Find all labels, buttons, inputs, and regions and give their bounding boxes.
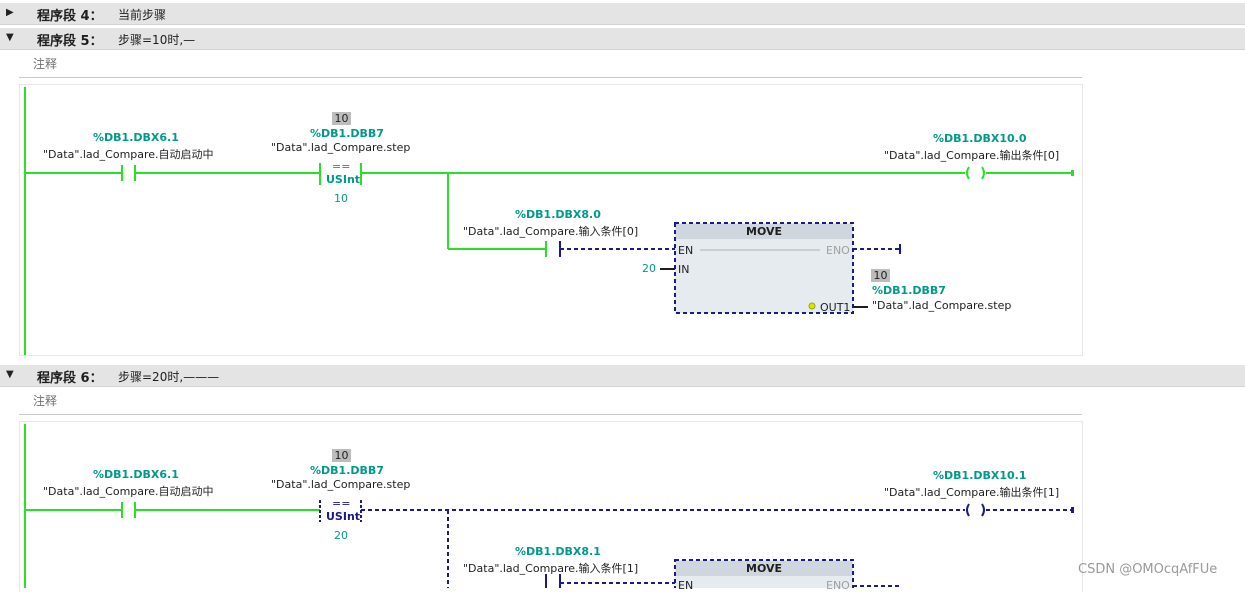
- move-out-label: OUT1: [820, 301, 851, 314]
- contact2-address[interactable]: %DB1.DBX8.0: [515, 208, 601, 221]
- expand-arrow-icon[interactable]: ▶: [6, 7, 18, 19]
- segment-title: 程序段 5：: [37, 34, 103, 49]
- collapse-arrow-icon[interactable]: ▼: [6, 369, 18, 381]
- network-5[interactable]: %DB1.DBX6.1 "Data".lad_Compare.自动启动中 10 …: [19, 84, 1083, 356]
- contact2-tag[interactable]: "Data".lad_Compare.输入条件[1]: [463, 560, 638, 576]
- compare-actual-value: 10: [332, 112, 351, 125]
- compare-type: USInt: [326, 510, 361, 523]
- move-out-address[interactable]: %DB1.DBB7: [872, 284, 946, 297]
- compare-type: USInt: [326, 173, 361, 186]
- compare-value[interactable]: 10: [334, 192, 348, 205]
- move-title: MOVE: [746, 562, 783, 575]
- coil-tag[interactable]: "Data".lad_Compare.输出条件[0]: [884, 147, 1059, 163]
- contact2-tag[interactable]: "Data".lad_Compare.输入条件[0]: [463, 223, 638, 239]
- segment-description[interactable]: 步骤=20时,———: [118, 368, 219, 385]
- power-rail: [24, 424, 26, 588]
- network-6[interactable]: %DB1.DBX6.1 "Data".lad_Compare.自动启动中 10 …: [19, 421, 1083, 592]
- coil-left: [966, 166, 970, 180]
- contact2-address[interactable]: %DB1.DBX8.1: [515, 545, 601, 558]
- move-in-value[interactable]: 20: [642, 262, 656, 275]
- move-en-label: EN: [678, 579, 694, 592]
- contact-address[interactable]: %DB1.DBX6.1: [93, 131, 179, 144]
- segment-title: 程序段 4：: [37, 9, 103, 24]
- status-indicator: [808, 302, 816, 310]
- segment-6-header[interactable]: ▼ 程序段 6： 步骤=20时,———: [0, 365, 1245, 387]
- coil-address[interactable]: %DB1.DBX10.0: [933, 132, 1027, 145]
- move-in-label: IN: [678, 263, 690, 276]
- compare-tag[interactable]: "Data".lad_Compare.step: [271, 141, 410, 154]
- contact-address[interactable]: %DB1.DBX6.1: [93, 468, 179, 481]
- compare-address[interactable]: %DB1.DBB7: [310, 464, 384, 477]
- segment-description[interactable]: 当前步骤: [118, 6, 166, 23]
- power-rail: [24, 87, 26, 355]
- contact-tag[interactable]: "Data".lad_Compare.自动启动中: [43, 483, 214, 499]
- compare-value[interactable]: 20: [334, 529, 348, 542]
- watermark: CSDN @OMOcqAfFUe: [1078, 562, 1218, 577]
- compare-operator: ==: [332, 497, 351, 510]
- comment-divider: [19, 414, 1082, 415]
- contact-tag[interactable]: "Data".lad_Compare.自动启动中: [43, 146, 214, 162]
- segment-comment[interactable]: 注释: [33, 55, 57, 72]
- coil-address[interactable]: %DB1.DBX10.1: [933, 469, 1027, 482]
- segment-comment[interactable]: 注释: [33, 392, 57, 409]
- comment-divider: [19, 77, 1082, 78]
- segment-description[interactable]: 步骤=10时,—: [118, 31, 195, 48]
- collapse-arrow-icon[interactable]: ▼: [6, 32, 18, 44]
- move-eno-label: ENO: [826, 579, 850, 592]
- move-out-tag[interactable]: "Data".lad_Compare.step: [872, 299, 1011, 312]
- move-eno-label: ENO: [826, 244, 850, 257]
- coil-tag[interactable]: "Data".lad_Compare.输出条件[1]: [884, 484, 1059, 500]
- move-title: MOVE: [746, 225, 783, 238]
- compare-actual-value: 10: [332, 449, 351, 462]
- segment-4-header[interactable]: ▶ 程序段 4： 当前步骤: [0, 3, 1245, 25]
- segment-5-header[interactable]: ▼ 程序段 5： 步骤=10时,—: [0, 28, 1245, 50]
- compare-operator: ==: [332, 160, 351, 173]
- compare-tag[interactable]: "Data".lad_Compare.step: [271, 478, 410, 491]
- move-en-label: EN: [678, 244, 694, 257]
- coil-right: [981, 166, 985, 180]
- segment-title: 程序段 6：: [37, 371, 103, 386]
- compare-address[interactable]: %DB1.DBB7: [310, 127, 384, 140]
- move-out-actual-value: 10: [871, 269, 890, 282]
